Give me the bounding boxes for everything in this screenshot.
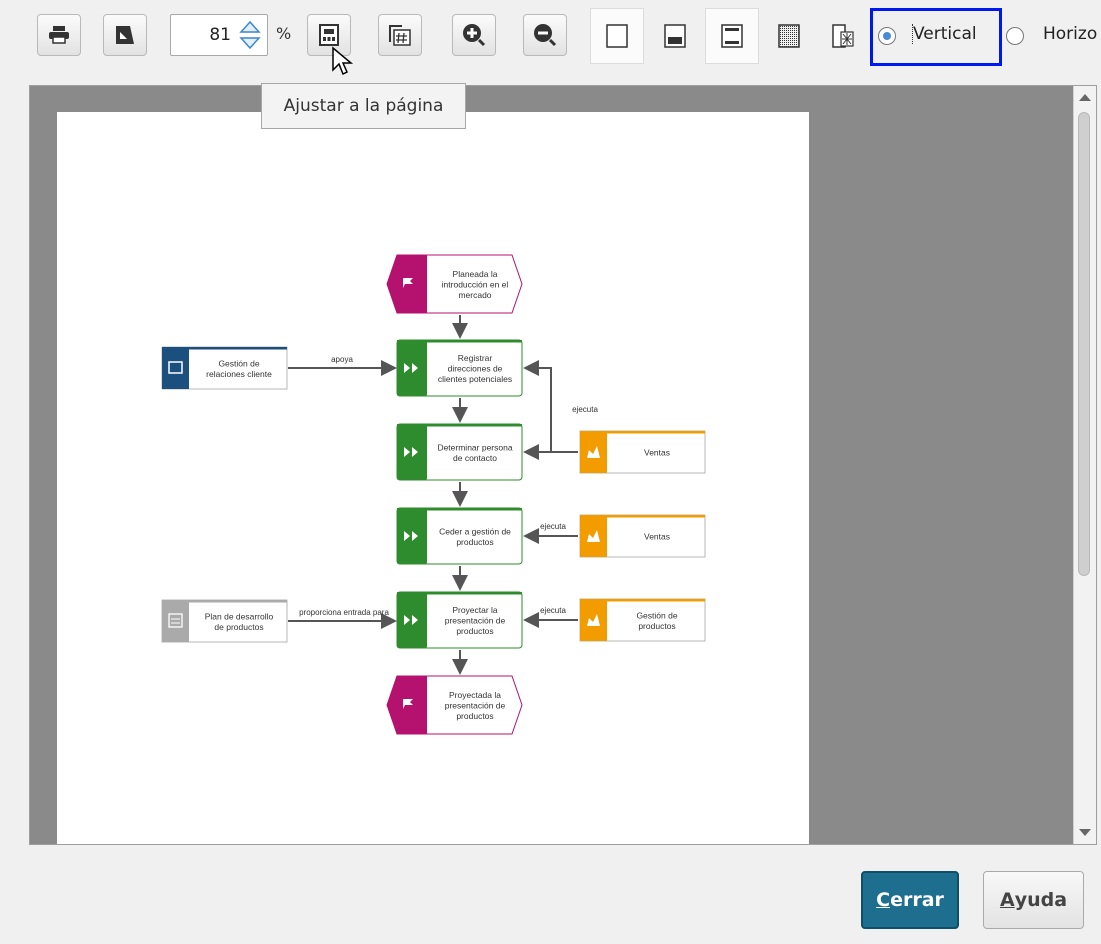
org-unit-1	[579, 430, 706, 474]
blank-page-toggle[interactable]	[590, 8, 644, 64]
object-text: productos	[638, 621, 675, 631]
close-mnemonic: C	[876, 889, 891, 911]
function-text: de contacto	[453, 453, 497, 463]
mouse-cursor-icon	[332, 46, 354, 76]
tile-toggle[interactable]	[816, 8, 870, 64]
zoom-out-button[interactable]	[523, 14, 567, 56]
orientation-horizontal-label[interactable]: Horizo	[1043, 24, 1101, 44]
scroll-up-arrow-icon[interactable]	[1079, 94, 1091, 101]
object-text: Ventas	[644, 532, 670, 542]
fit-to-page-tooltip: Ajustar a la página	[261, 83, 466, 129]
zoom-spinbox[interactable]: 81	[170, 14, 268, 56]
help-rest: yuda	[1014, 889, 1068, 911]
object-text: Ventas	[644, 448, 670, 458]
event-text: Planeada la	[453, 269, 498, 279]
function-text: direcciones de	[448, 364, 503, 374]
print-button[interactable]	[37, 14, 81, 56]
function-text: Ceder a gestión de	[439, 526, 511, 536]
function-text: clientes potenciales	[438, 374, 512, 384]
help-mnemonic: A	[999, 889, 1015, 911]
edge-label-executes: ejecuta	[540, 606, 566, 615]
executes-arrow	[523, 360, 552, 452]
object-text: Gestión de	[218, 358, 259, 368]
focus-highlight	[870, 8, 1002, 66]
object-text: relaciones cliente	[206, 369, 272, 379]
orientation-horizontal-radio[interactable]	[1006, 27, 1024, 45]
background-toggle[interactable]	[762, 8, 816, 64]
spin-arrows-icon[interactable]	[237, 18, 263, 52]
object-text: Gestión de	[636, 610, 677, 620]
page-number-icon	[389, 25, 411, 46]
function-text: productos	[456, 537, 493, 547]
vertical-scrollbar[interactable]	[1073, 86, 1096, 844]
scroll-down-arrow-icon[interactable]	[1079, 829, 1091, 836]
close-rest: errar	[890, 889, 944, 911]
zoom-in-icon	[463, 24, 486, 47]
event-text: Proyectada la	[449, 690, 501, 700]
object-bar	[162, 600, 189, 642]
header-footer-toggle[interactable]	[705, 8, 759, 64]
help-button[interactable]: Ayuda	[983, 871, 1084, 929]
process-diagram: Planeada laintroducción en elmercado Regi…	[161, 254, 706, 735]
function-text: Registrar	[458, 353, 493, 363]
print-preview-toolbar: 81 % Vertical Horizo	[0, 0, 1101, 80]
object-text: de productos	[214, 622, 263, 632]
event-text: productos	[456, 711, 493, 721]
scrollbar-thumb[interactable]	[1078, 112, 1090, 576]
object-text: Plan de desarrollo	[205, 611, 274, 621]
edge-label-executes: ejecuta	[572, 405, 598, 414]
object-bar	[580, 431, 607, 473]
edge-label-supports: apoya	[331, 355, 353, 364]
function-text: Proyectar la	[452, 605, 498, 615]
event-text: presentación de	[445, 701, 506, 711]
zoom-unit: %	[276, 24, 292, 43]
function-text: Determinar persona	[437, 442, 512, 452]
event-text: introducción en el	[442, 280, 509, 290]
blank-page-icon	[606, 24, 628, 48]
function-text: productos	[456, 626, 493, 636]
zoom-value[interactable]: 81	[209, 25, 231, 45]
footer-toggle[interactable]	[648, 8, 702, 64]
event-text: mercado	[458, 290, 491, 300]
printer-icon	[49, 26, 69, 44]
page-setup-icon	[116, 26, 134, 44]
fit-page-icon	[319, 24, 339, 46]
preview-page: Planeada la introducción en el mercado Regi…	[57, 112, 809, 844]
header-footer-icon	[721, 24, 743, 48]
edge-label-input: proporciona entrada para	[299, 608, 389, 617]
object-bar	[580, 515, 607, 557]
background-pattern-icon	[778, 24, 800, 48]
close-button[interactable]: Cerrar	[861, 871, 959, 929]
footer-icon	[664, 24, 686, 48]
object-bar	[580, 599, 607, 641]
function-text: presentación de	[445, 616, 506, 626]
org-unit-2	[579, 514, 706, 558]
page-number-button[interactable]	[378, 14, 422, 56]
object-bar	[162, 347, 189, 389]
zoom-out-icon	[534, 24, 557, 47]
print-preview-area[interactable]: Planeada la introducción en el mercado Regi…	[29, 85, 1097, 845]
tile-pattern-icon	[832, 24, 854, 48]
zoom-in-button[interactable]	[452, 14, 496, 56]
page-setup-button[interactable]	[103, 14, 147, 56]
edge-label-executes: ejecuta	[540, 522, 566, 531]
